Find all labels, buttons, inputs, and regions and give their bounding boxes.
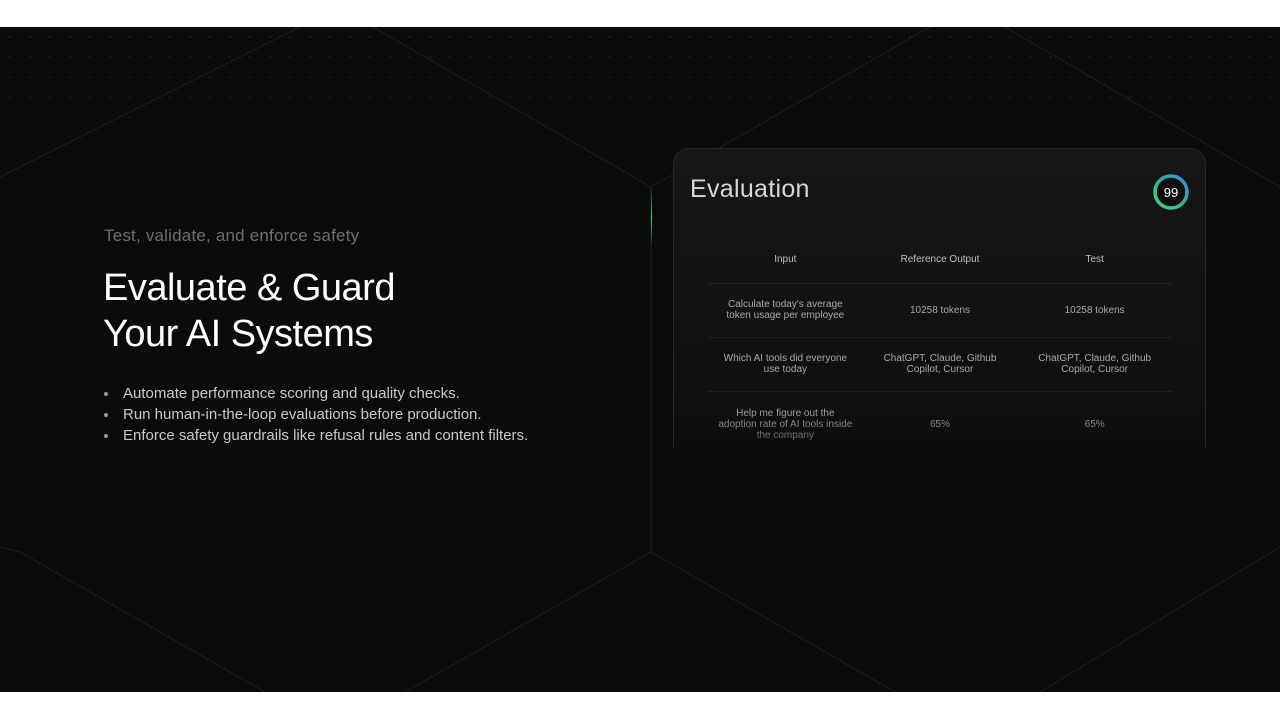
feature-item: Enforce safety guardrails like refusal r…	[104, 425, 528, 446]
table-row: Which AI tools did everyone use today Ch…	[708, 337, 1172, 392]
bullet-dot-icon	[104, 413, 108, 417]
cell-input: Help me figure out the adoption rate of …	[718, 407, 853, 441]
column-header-input: Input	[708, 237, 863, 284]
page-headline: Evaluate & Guard Your AI Systems	[103, 265, 395, 357]
feature-item: Run human-in-the-loop evaluations before…	[104, 404, 528, 425]
feature-text: Automate performance scoring and quality…	[123, 385, 460, 402]
headline-line-2: Your AI Systems	[103, 313, 373, 355]
card-title: Evaluation	[690, 175, 810, 203]
green-accent-line	[651, 187, 652, 247]
score-value: 99	[1163, 184, 1179, 200]
feature-list: Automate performance scoring and quality…	[104, 383, 528, 446]
bullet-dot-icon	[104, 392, 108, 396]
table-row: Help me figure out the adoption rate of …	[708, 391, 1172, 448]
bullet-dot-icon	[104, 434, 108, 438]
cell-reference-output: 65%	[929, 418, 950, 430]
column-header-test: Test	[1017, 237, 1172, 284]
evaluation-card: Evaluation 99 Input Reference Output Tes…	[673, 148, 1206, 448]
score-ring: 99	[1152, 173, 1190, 211]
table-header-row: Input Reference Output Test	[708, 237, 1172, 284]
cell-test: ChatGPT, Claude, Github Copilot, Cursor	[1017, 337, 1172, 392]
cell-input: Calculate today's average token usage pe…	[708, 283, 863, 338]
cell-test: 10258 tokens	[1017, 283, 1172, 338]
headline-line-1: Evaluate & Guard	[103, 267, 395, 309]
column-header-reference-output: Reference Output	[862, 237, 1018, 284]
evaluation-table: Input Reference Output Test Calculate to…	[708, 237, 1172, 448]
table-row: Calculate today's average token usage pe…	[708, 283, 1172, 338]
slide: Test, validate, and enforce safety Evalu…	[0, 27, 1280, 692]
cell-reference-output: 10258 tokens	[862, 283, 1018, 338]
feature-text: Enforce safety guardrails like refusal r…	[123, 427, 529, 444]
cell-reference-output: ChatGPT, Claude, Github Copilot, Cursor	[862, 337, 1018, 392]
section-eyebrow: Test, validate, and enforce safety	[104, 226, 360, 245]
feature-item: Automate performance scoring and quality…	[104, 383, 528, 404]
cell-test: 65%	[1084, 418, 1105, 430]
cell-input: Which AI tools did everyone use today	[708, 337, 863, 392]
feature-text: Run human-in-the-loop evaluations before…	[123, 406, 482, 423]
